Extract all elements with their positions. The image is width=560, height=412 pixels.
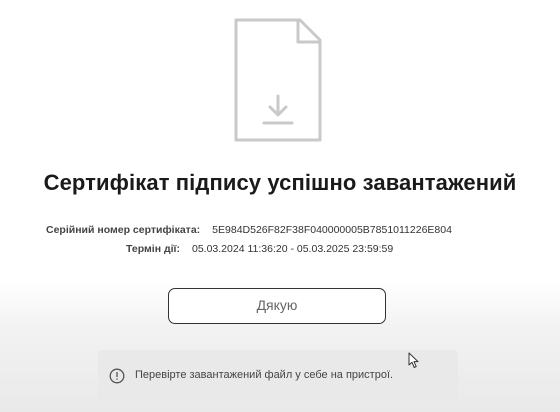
page-title: Сертифікат підпису успішно завантажений (43, 170, 517, 195)
notice-text: Перевірте завантажений файл у себе на пр… (135, 369, 394, 381)
serial-label: Серійний номер сертифіката: (46, 224, 201, 236)
term-label: Термін дії: (126, 243, 180, 255)
serial-value: 5E984D526F82F38F040000005B7851011226E804 (212, 224, 452, 236)
document-download-icon (234, 18, 322, 142)
info-circle-icon (109, 368, 125, 384)
certificate-term-row: Термін дії: 05.03.2024 11:36:20 - 05.03.2… (126, 243, 393, 255)
mouse-cursor-icon (408, 352, 419, 368)
term-value: 05.03.2024 11:36:20 - 05.03.2025 23:59:5… (191, 243, 394, 255)
thanks-button[interactable]: Дякую (168, 288, 386, 324)
certificate-serial-row: Серійний номер сертифіката: 5E984D526F82F… (46, 224, 452, 236)
notice-banner: Перевірте завантажений файл у себе на пр… (98, 350, 458, 400)
